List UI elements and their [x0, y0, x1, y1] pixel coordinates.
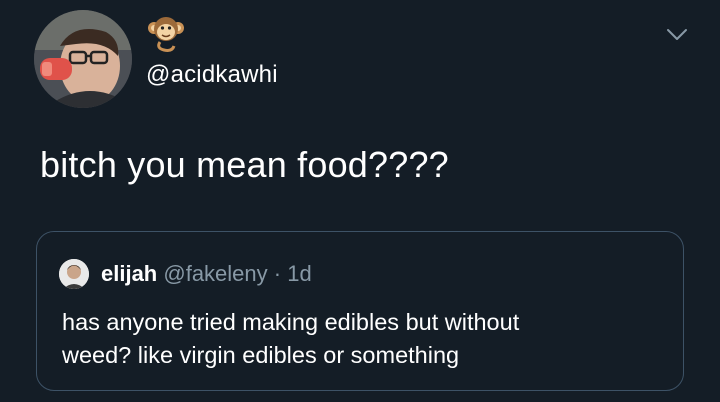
author-handle[interactable]: @acidkawhi — [146, 60, 278, 90]
quoted-text-line: has anyone tried making edibles but with… — [62, 309, 520, 335]
quoted-timestamp[interactable]: 1d — [287, 261, 311, 286]
quoted-tweet-text: has anyone tried making edibles but with… — [62, 306, 662, 372]
quoted-display-name[interactable]: elijah — [101, 261, 157, 286]
tweet-text: bitch you mean food???? — [40, 144, 449, 185]
quoted-tweet[interactable]: elijah @fakeleny · 1d has anyone tried m… — [36, 231, 684, 391]
quoted-text-line: weed? like virgin edibles or something — [62, 342, 460, 368]
author-avatar-image — [34, 10, 132, 108]
quoted-separator: · — [273, 261, 282, 286]
quoted-tweet-header: elijah @fakeleny · 1d — [101, 259, 312, 289]
chevron-down-icon[interactable] — [666, 28, 688, 42]
monkey-emoji-icon — [146, 14, 186, 54]
author-avatar[interactable] — [34, 10, 132, 108]
quoted-author-avatar[interactable] — [59, 259, 89, 289]
quoted-handle[interactable]: @fakeleny — [163, 261, 267, 286]
